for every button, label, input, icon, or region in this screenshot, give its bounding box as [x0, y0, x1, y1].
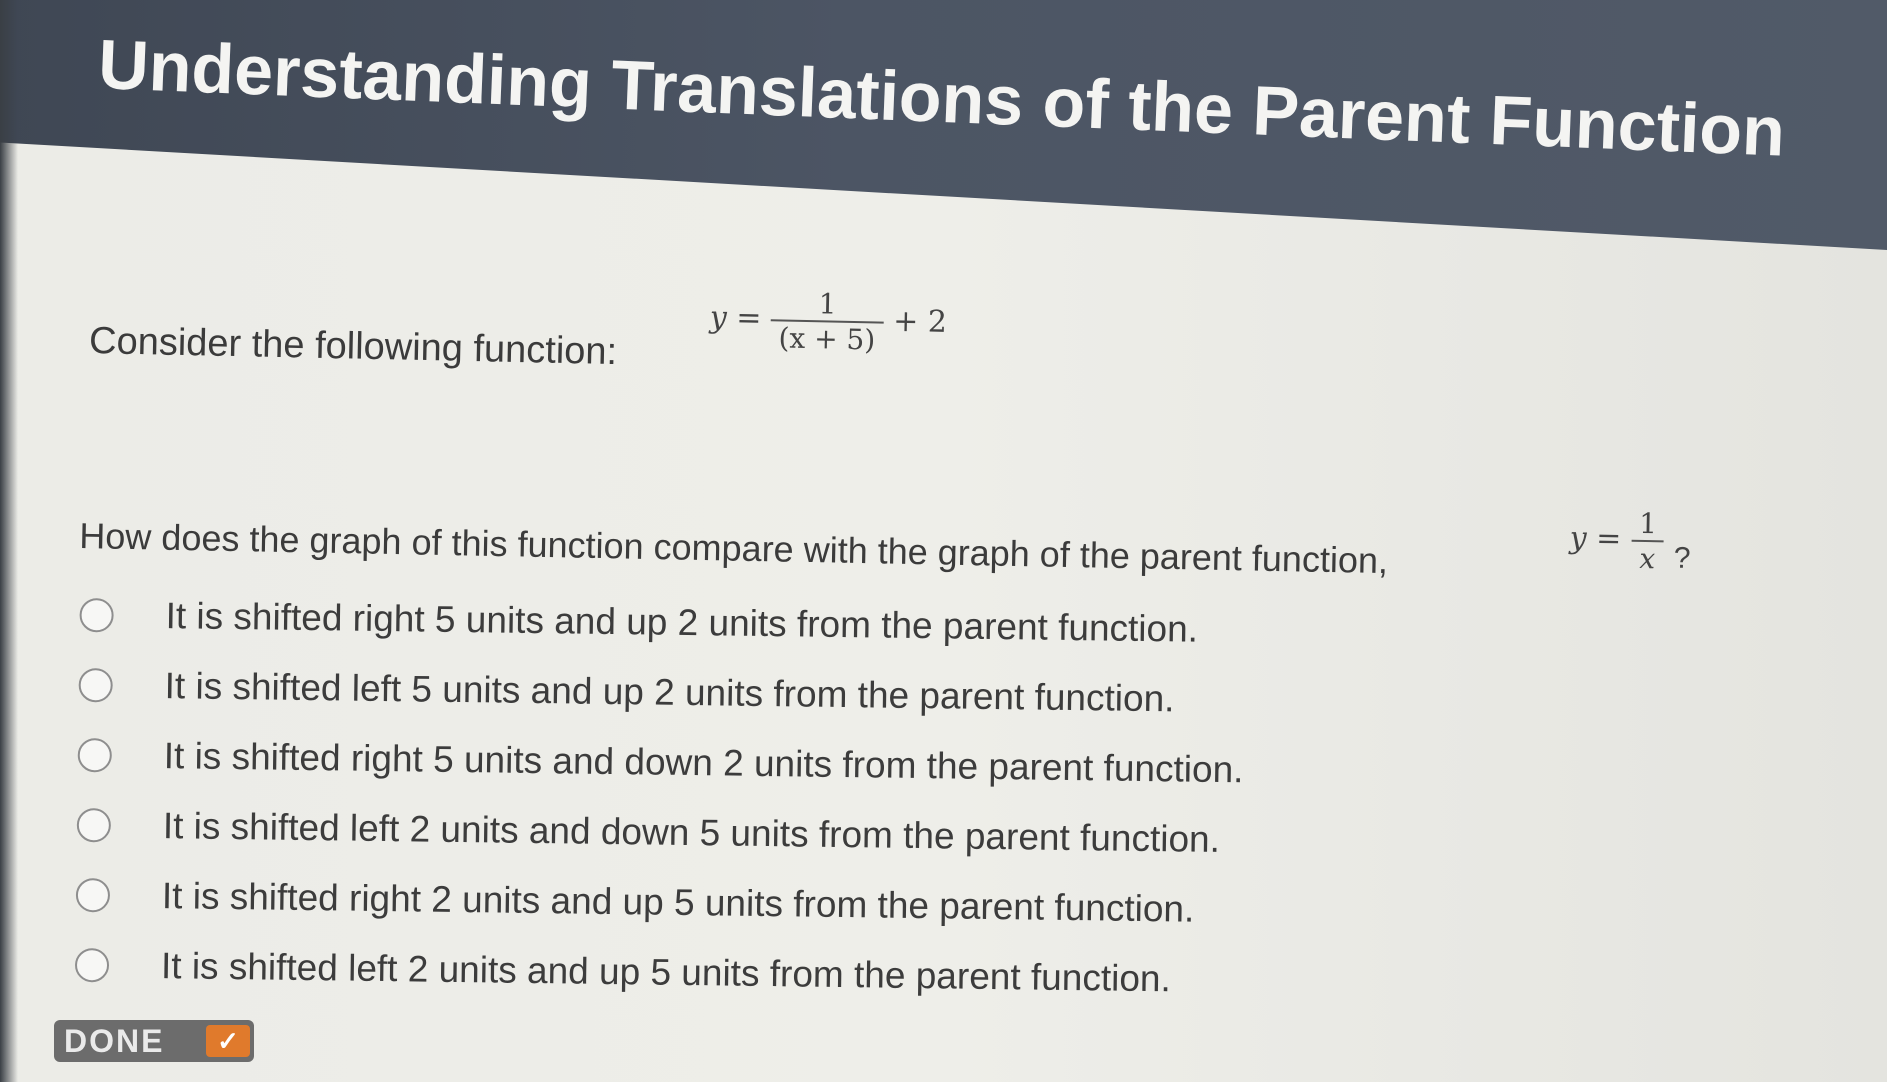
- equation-equals: =: [735, 300, 762, 337]
- answer-option-label: It is shifted right 2 units and up 5 uni…: [161, 875, 1195, 930]
- answer-option[interactable]: It is shifted left 5 units and up 2 unit…: [78, 655, 1479, 733]
- checkmark-icon: ✓: [206, 1025, 250, 1057]
- prompt-row: Consider the following function: y = 1 (…: [87, 287, 1089, 441]
- answer-option-label: It is shifted left 2 units and down 5 un…: [162, 805, 1221, 860]
- parent-equals: =: [1595, 521, 1622, 557]
- answer-option-label: It is shifted right 5 units and up 2 uni…: [165, 595, 1199, 650]
- done-button-label: DONE: [64, 1022, 165, 1059]
- answer-option[interactable]: It is shifted left 2 units and up 5 unit…: [74, 935, 1476, 1013]
- question-text: How does the graph of this function comp…: [79, 514, 1389, 582]
- question-mark: ?: [1673, 541, 1691, 575]
- answer-option[interactable]: It is shifted right 2 units and up 5 uni…: [75, 865, 1477, 943]
- parent-denominator: x: [1631, 539, 1664, 576]
- radio-button[interactable]: [75, 877, 111, 913]
- radio-button[interactable]: [74, 947, 110, 983]
- answer-option-label: It is shifted left 2 units and up 5 unit…: [160, 945, 1172, 1000]
- prompt-text: Consider the following function:: [88, 319, 618, 374]
- done-button[interactable]: DONE ✓: [54, 1020, 254, 1062]
- answer-option[interactable]: It is shifted right 5 units and down 2 u…: [77, 725, 1478, 803]
- answer-option[interactable]: It is shifted left 2 units and down 5 un…: [76, 795, 1477, 873]
- parent-function-equation: y = 1 x ?: [1569, 506, 1692, 576]
- radio-button[interactable]: [76, 807, 112, 843]
- answer-option-label: It is shifted left 5 units and up 2 unit…: [164, 665, 1175, 720]
- radio-button[interactable]: [77, 737, 112, 773]
- parent-numerator: 1: [1638, 506, 1658, 541]
- equation-denominator: (x + 5): [770, 319, 884, 357]
- function-equation: y = 1 (x + 5) + 2: [709, 285, 948, 358]
- radio-button[interactable]: [78, 667, 113, 703]
- screen-edge-shade: [0, 0, 18, 1082]
- parent-fraction: 1 x: [1630, 507, 1665, 576]
- equation-lhs: y: [709, 299, 728, 336]
- parent-lhs: y: [1569, 520, 1587, 556]
- answer-option-label: It is shifted right 5 units and down 2 u…: [163, 735, 1244, 791]
- page: Understanding Translations of the Parent…: [0, 0, 1887, 1082]
- equation-fraction: 1 (x + 5): [770, 286, 884, 357]
- answer-options: It is shifted right 5 units and up 2 uni…: [74, 585, 1480, 1043]
- equation-tail: + 2: [892, 303, 948, 340]
- equation-numerator: 1: [818, 287, 837, 321]
- radio-button[interactable]: [79, 597, 114, 633]
